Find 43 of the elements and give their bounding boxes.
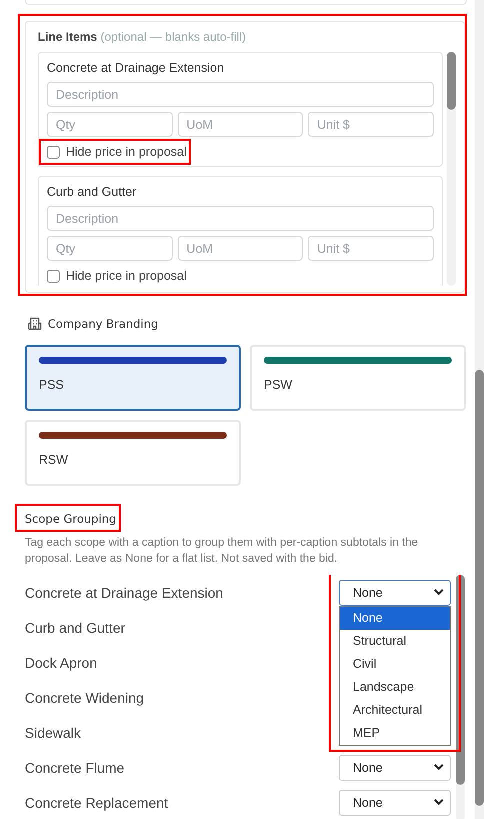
scope-name: Curb and Gutter — [25, 620, 126, 636]
checkbox-label: Hide price in proposal — [66, 269, 187, 283]
scope-name: Sidewalk — [25, 724, 82, 740]
section-title: Line Items (optional — blanks auto-fill) — [38, 30, 248, 44]
description-field[interactable]: Description — [47, 82, 434, 107]
branding-option[interactable]: PSW — [250, 345, 466, 411]
page-scrollbar-thumb[interactable] — [475, 370, 484, 806]
unit-price-field[interactable]: Unit $ — [308, 236, 434, 261]
unit-price-field[interactable]: Unit $ — [308, 112, 434, 137]
checkbox[interactable] — [47, 270, 60, 282]
section-title: Scope Grouping — [25, 512, 116, 526]
uom-field[interactable]: UoM — [178, 112, 304, 137]
chevron-down-icon — [434, 589, 444, 596]
scope-name: Dock Apron — [25, 654, 98, 670]
branding-option[interactable]: PSS — [25, 345, 241, 411]
description-field[interactable]: Description — [47, 206, 434, 231]
scope-name: Concrete Replacement — [25, 794, 168, 810]
scope-name: Concrete at Drainage Extension — [25, 584, 224, 600]
section-title: Company Branding — [48, 317, 158, 331]
chevron-down-icon — [434, 764, 444, 771]
branding-option[interactable]: RSW — [25, 420, 241, 486]
checkbox[interactable] — [47, 146, 60, 158]
caption-select[interactable]: None — [339, 580, 451, 606]
scope-name: Concrete Flume — [25, 760, 125, 776]
uom-field[interactable]: UoM — [178, 236, 304, 261]
scrollbar-thumb[interactable] — [447, 52, 456, 110]
caption-select[interactable]: None — [339, 754, 451, 780]
dropdown-option[interactable]: Civil — [340, 652, 450, 676]
dropdown-option[interactable]: Landscape — [340, 676, 450, 698]
dropdown-option[interactable]: MEP — [340, 722, 450, 744]
chevron-down-icon — [434, 799, 444, 806]
dropdown-option[interactable]: None — [340, 606, 450, 630]
qty-field[interactable]: Qty — [47, 112, 173, 137]
section-description: Tag each scope with a caption to group them with per-caption subtotals in the proposal. Leave as None for a flat list. Not saved with the bid. — [25, 536, 420, 567]
item-name: Concrete at Drainage Extension — [47, 61, 226, 75]
dropdown-option[interactable]: Architectural — [340, 698, 450, 722]
scope-name: Concrete Widening — [25, 690, 144, 706]
checkbox-label: Hide price in proposal — [66, 145, 187, 159]
qty-field[interactable]: Qty — [47, 236, 173, 261]
dropdown-option[interactable]: Structural — [340, 630, 450, 652]
caption-select[interactable]: None — [339, 790, 451, 816]
item-name: Curb and Gutter — [47, 185, 138, 199]
building-icon — [28, 317, 42, 331]
